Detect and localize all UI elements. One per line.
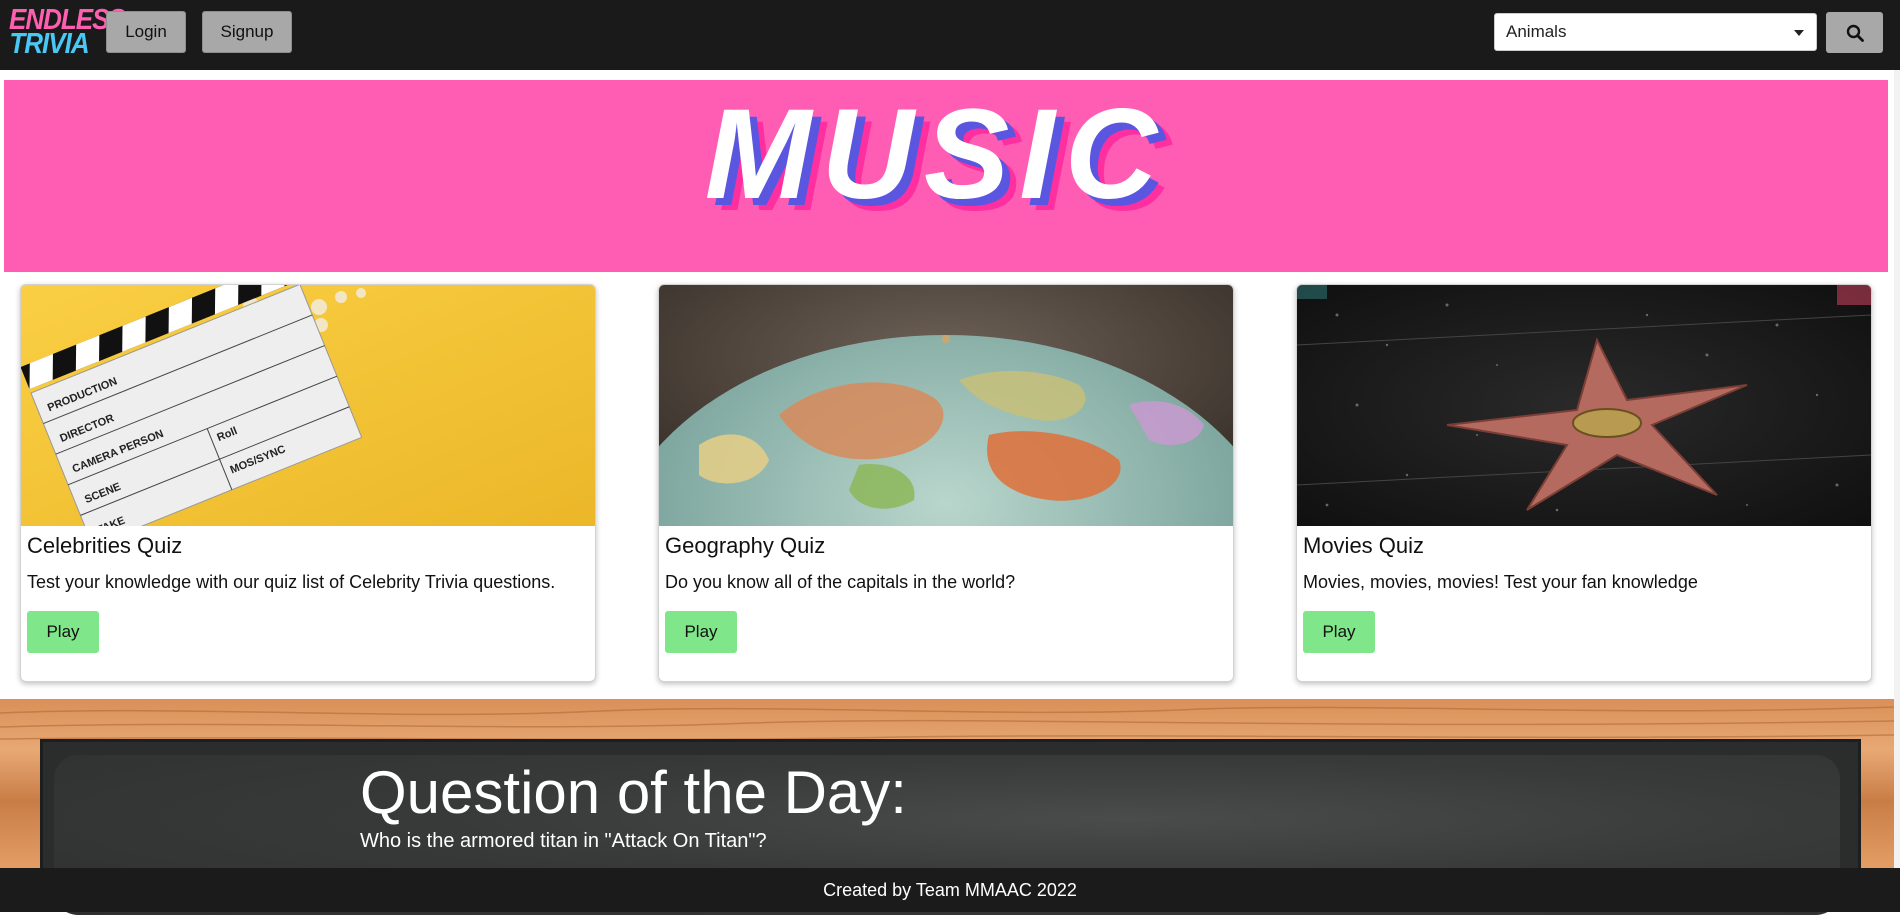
card-description: Movies, movies, movies! Test your fan kn… <box>1303 572 1698 592</box>
quiz-card-geography: Geography Quiz Do you know all of the ca… <box>658 284 1234 682</box>
hero-title: MUSIC MUSIC MUSIC <box>705 83 1171 238</box>
site-logo[interactable]: ENDLESS TRIVIA <box>9 5 126 60</box>
play-button[interactable]: Play <box>27 611 99 653</box>
login-button[interactable]: Login <box>106 11 186 53</box>
walk-of-fame-star-image <box>1297 285 1871 526</box>
play-button[interactable]: Play <box>665 611 737 653</box>
category-select-value: Animals <box>1506 22 1567 41</box>
card-title: Geography Quiz <box>665 533 826 558</box>
question-of-day-heading: Question of the Day: <box>360 759 907 826</box>
page-scrollbar[interactable] <box>1894 70 1900 868</box>
signup-button[interactable]: Signup <box>202 11 292 53</box>
card-description: Do you know all of the capitals in the w… <box>665 572 1016 592</box>
quiz-card-celebrities: PRODUCTION DIRECTOR CAMERA PERSON SCENE … <box>20 284 596 682</box>
footer-text: Created by Team MMAAC 2022 <box>823 879 1077 900</box>
chevron-down-icon <box>1794 30 1804 36</box>
hero-banner: MUSIC MUSIC MUSIC <box>4 80 1888 272</box>
play-button[interactable]: Play <box>1303 611 1375 653</box>
card-title: Celebrities Quiz <box>27 533 183 558</box>
hero-title-text: MUSIC <box>705 83 1167 226</box>
category-select[interactable]: Animals <box>1494 13 1817 51</box>
card-description: Test your knowledge with our quiz list o… <box>27 572 556 592</box>
navbar: ENDLESS TRIVIA Login Signup Animals <box>0 0 1900 70</box>
footer: Created by Team MMAAC 2022 <box>0 868 1900 912</box>
clapperboard-popcorn-image: PRODUCTION DIRECTOR CAMERA PERSON SCENE … <box>21 285 595 526</box>
logo-line-2: TRIVIA <box>9 26 89 60</box>
quiz-card-movies: Movies Quiz Movies, movies, movies! Test… <box>1296 284 1872 682</box>
card-title: Movies Quiz <box>1303 533 1425 558</box>
question-of-day-text: Who is the armored titan in "Attack On T… <box>360 830 767 852</box>
search-button[interactable] <box>1826 12 1883 53</box>
search-icon <box>1846 24 1864 42</box>
globe-image <box>659 285 1233 526</box>
